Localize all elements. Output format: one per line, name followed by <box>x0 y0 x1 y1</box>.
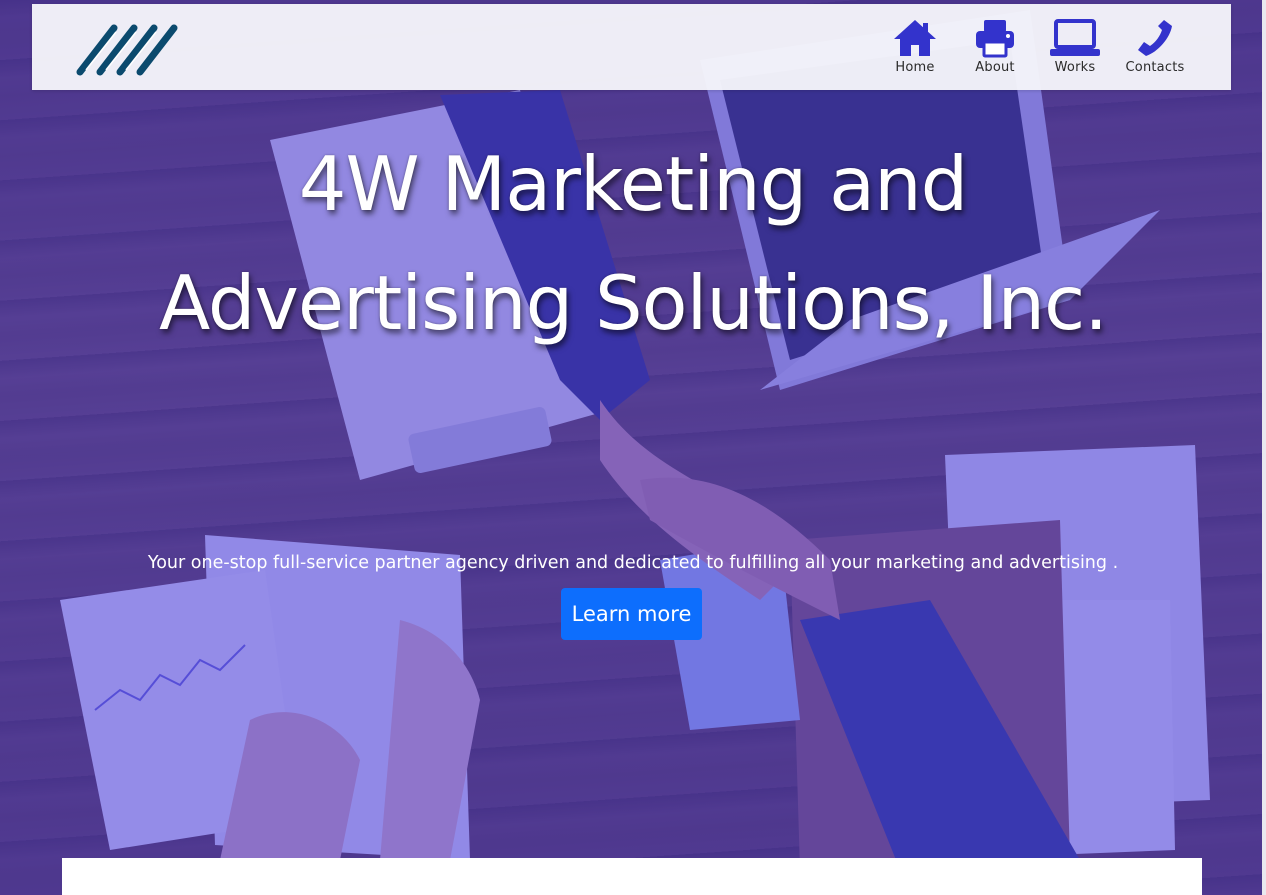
nav-item-contacts[interactable]: Contacts <box>1124 16 1186 75</box>
learn-more-button[interactable]: Learn more <box>561 588 702 640</box>
navbar: Home About Works Contacts <box>32 4 1231 90</box>
nav-item-home[interactable]: Home <box>888 16 942 75</box>
home-icon <box>892 16 938 58</box>
next-section-panel <box>62 858 1202 895</box>
hero-headline-line2: Advertising Solutions, Inc. <box>158 259 1108 347</box>
4w-logo-icon[interactable] <box>76 20 180 78</box>
nav-label-about: About <box>975 60 1015 75</box>
phone-icon <box>1134 16 1176 58</box>
nav-label-contacts: Contacts <box>1125 60 1185 75</box>
hero-tagline: Your one-stop full-service partner agenc… <box>147 553 1119 573</box>
laptop-icon <box>1049 16 1101 58</box>
nav-label-home: Home <box>895 60 935 75</box>
page: Home About Works Contacts 4W Marketing a… <box>0 0 1266 895</box>
nav-item-works[interactable]: Works <box>1047 16 1103 75</box>
nav-label-works: Works <box>1054 60 1096 75</box>
nav-item-about[interactable]: About <box>970 16 1020 75</box>
hero-headline-line1: 4W Marketing and <box>298 140 968 228</box>
printer-icon <box>974 16 1016 58</box>
hero-headline: 4W Marketing and Advertising Solutions, … <box>0 125 1266 363</box>
